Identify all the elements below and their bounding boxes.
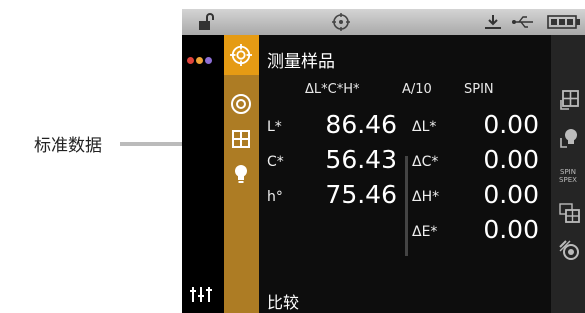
target-icon [230,44,252,66]
delta-c-label: ΔC* [412,154,439,170]
grid-icon[interactable] [230,128,252,150]
right-tool-bar: SPIN SPEX [551,35,585,313]
left-menu-bar [182,35,224,313]
illuminant-header: A/10 [402,82,432,97]
tab-bar [224,35,259,313]
dot [196,57,203,64]
compare-button[interactable]: 比较 [267,289,299,313]
color-space-header: ΔL*C*H* [305,82,360,97]
bulb-toggle-icon[interactable] [556,125,582,151]
spin-spex-toggle[interactable]: SPIN SPEX [553,163,583,189]
aperture-icon[interactable] [230,93,252,115]
delta-e-value: 0.00 [483,215,539,244]
delta-l-value: 0.00 [483,110,539,139]
l-value: 86.46 [325,110,397,139]
measurement-panel: 测量样品 ΔL*C*H* A/10 SPIN L* 86.46 ΔL* 0.00… [259,35,551,313]
target-icon [330,12,352,32]
column-divider [405,156,408,256]
page-title: 测量样品 [267,52,335,72]
menu-dots-icon[interactable] [187,57,212,64]
device-screen: 测量样品 ΔL*C*H* A/10 SPIN L* 86.46 ΔL* 0.00… [182,9,585,313]
c-label: C* [267,154,284,170]
table-view-icon[interactable] [556,200,582,226]
unlock-icon[interactable] [195,12,217,32]
target-settings-icon[interactable] [556,237,582,263]
bulb-icon[interactable] [230,163,252,185]
status-bar [182,9,585,35]
delta-l-label: ΔL* [412,119,437,135]
delta-h-label: ΔH* [412,189,440,205]
dot [205,57,212,64]
spex-label: SPEX [559,176,577,184]
mode-header: SPIN [464,82,494,97]
delta-e-label: ΔE* [412,224,438,240]
c-value: 56.43 [325,145,397,174]
delta-h-value: 0.00 [483,180,539,209]
dot [187,57,194,64]
delta-c-value: 0.00 [483,145,539,174]
standard-data-annotation: 标准数据 [34,136,102,156]
battery-icon [546,12,582,32]
tab-target-active[interactable] [224,35,259,75]
usb-icon [511,12,535,32]
spin-label: SPIN [560,168,576,176]
view-layout-icon[interactable] [556,87,582,113]
settings-sliders-icon[interactable] [189,285,215,307]
l-label: L* [267,119,282,135]
h-value: 75.46 [325,180,397,209]
h-label: h° [267,189,283,205]
download-icon [482,12,504,32]
